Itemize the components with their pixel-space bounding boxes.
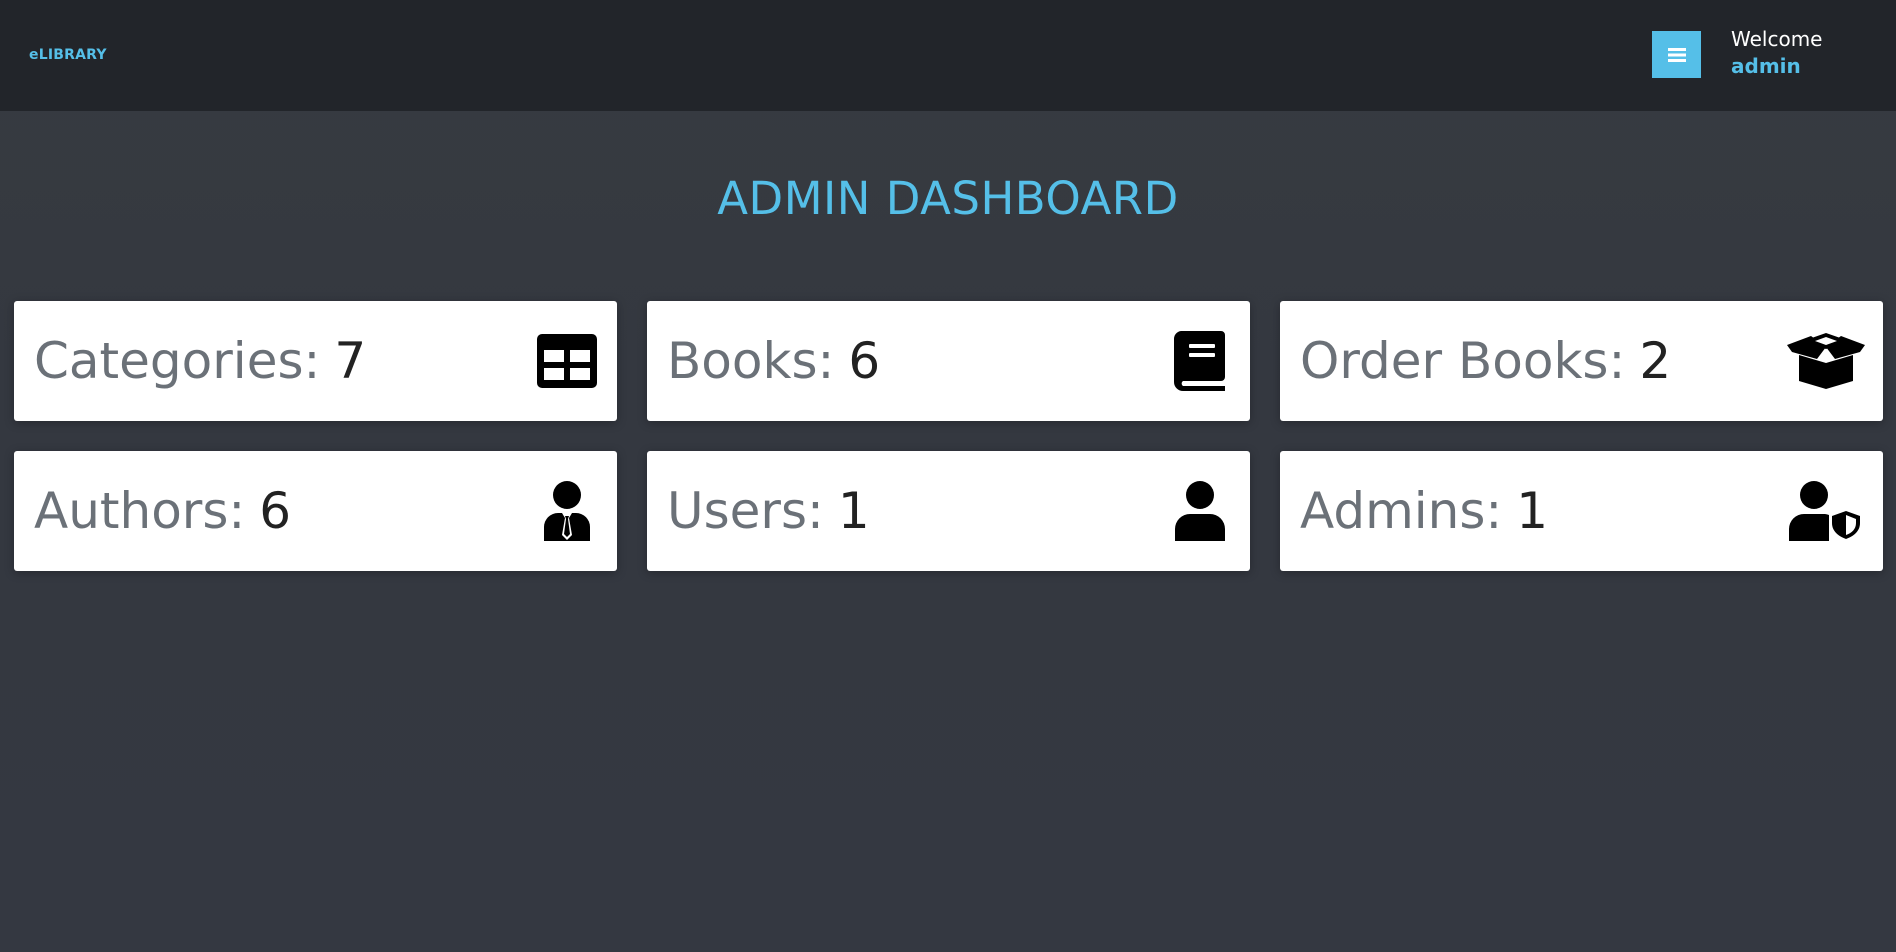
brand-logo-link[interactable]: eLIBRARY: [29, 47, 107, 63]
card-count: 6: [259, 482, 292, 540]
menu-toggle-button[interactable]: [1652, 31, 1701, 78]
users-card[interactable]: Users: 1: [647, 451, 1250, 571]
order-books-card[interactable]: Order Books: 2: [1280, 301, 1883, 421]
card-label: Order Books:: [1300, 332, 1626, 390]
categories-card[interactable]: Categories: 7: [14, 301, 617, 421]
user-tie-icon: [537, 481, 597, 541]
admins-card[interactable]: Admins: 1: [1280, 451, 1883, 571]
card-label: Books:: [667, 332, 835, 390]
hamburger-icon: [1667, 47, 1686, 62]
user-icon: [1170, 481, 1230, 541]
card-count: 6: [848, 332, 881, 390]
card-count: 1: [1516, 482, 1549, 540]
card-label: Admins:: [1300, 482, 1503, 540]
username-link[interactable]: admin: [1731, 53, 1822, 79]
card-count: 1: [837, 482, 870, 540]
top-navbar: eLIBRARY Welcome admin: [0, 0, 1896, 111]
open-box-icon: [1787, 331, 1865, 391]
card-label: Authors:: [34, 482, 246, 540]
card-count: 2: [1639, 332, 1672, 390]
books-card[interactable]: Books: 6: [647, 301, 1250, 421]
authors-card[interactable]: Authors: 6: [14, 451, 617, 571]
card-label: Users:: [667, 482, 824, 540]
book-icon: [1170, 331, 1230, 391]
card-label: Categories:: [34, 332, 321, 390]
user-shield-icon: [1789, 481, 1865, 541]
welcome-label: Welcome: [1731, 27, 1823, 51]
page-title: ADMIN DASHBOARD: [717, 172, 1179, 225]
table-grid-icon: [537, 331, 597, 391]
welcome-block: Welcome admin: [1731, 26, 1822, 79]
card-count: 7: [334, 332, 367, 390]
